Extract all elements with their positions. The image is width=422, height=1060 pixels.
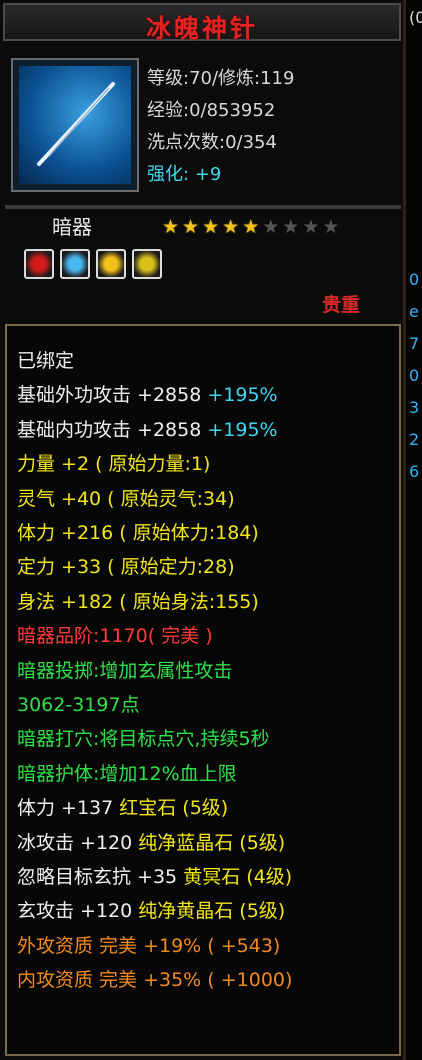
attribute-line: 内攻资质 完美 +35% ( +1000) [17, 965, 292, 992]
attribute-text: 纯净蓝晶石 (5级) [138, 831, 286, 854]
attribute-line: 冰攻击 +120 纯净蓝晶石 (5级) [17, 828, 285, 855]
section-divider [5, 205, 401, 209]
attribute-text: 暗器投掷:增加玄属性攻击 [17, 659, 233, 682]
attribute-text: 定力 +33 ( 原始定力:28) [17, 556, 235, 579]
attribute-line: 暗器品阶:1170( 完美 ) [17, 621, 213, 648]
yellow-crystal-gem-icon[interactable] [132, 249, 162, 279]
star-filled-icon: ★ [162, 216, 180, 238]
attribute-text: 暗器品阶:1170( 完美 ) [17, 625, 213, 648]
attribute-line: 暗器打穴:将目标点穴,持续5秒 [17, 724, 270, 751]
attribute-text: 力量 +2 ( 原始力量:1) [17, 453, 211, 476]
star-rating: ★ ★ ★ ★ ★ ★ ★ ★ ★ [162, 216, 339, 238]
right-strip-text: 6 [409, 462, 420, 481]
wash-count-stat: 洗点次数:0/354 [147, 132, 277, 153]
item-tooltip-panel: 冰魄神针 等级:70/修炼:119 经验:0/853952 洗点次数:0/354… [0, 0, 406, 1060]
attribute-line: 身法 +182 ( 原始身法:155) [17, 587, 259, 614]
star-empty-icon: ★ [302, 216, 320, 238]
attribute-text: 玄攻击 +120 [17, 900, 139, 923]
star-empty-icon: ★ [262, 216, 280, 238]
star-filled-icon: ★ [202, 216, 220, 238]
attribute-text: 身法 +182 ( 原始身法:155) [17, 590, 259, 613]
enhance-stat: 强化: +9 [147, 160, 221, 186]
right-strip-text: 0 [409, 270, 420, 289]
right-strip-text: 2 [409, 430, 420, 449]
right-strip-text: 0 [409, 366, 420, 385]
attribute-text: 外攻资质 完美 +19% ( +543) [17, 934, 281, 957]
attribute-line: 暗器护体:增加12%血上限 [17, 759, 237, 786]
attribute-line: 基础外功攻击 +2858 +195% [17, 380, 278, 407]
attribute-line: 定力 +33 ( 原始定力:28) [17, 552, 235, 579]
attribute-line: 外攻资质 完美 +19% ( +543) [17, 931, 280, 958]
attribute-text: +195% [207, 384, 278, 407]
attribute-text: 基础内功攻击 +2858 [17, 418, 208, 441]
attribute-text: 内攻资质 完美 +35% ( +1000) [17, 969, 293, 992]
title-bar: 冰魄神针 [3, 3, 401, 43]
attribute-text: 基础外功攻击 +2858 [17, 384, 208, 407]
attribute-text: 冰攻击 +120 [17, 831, 139, 854]
gem-sockets [24, 249, 162, 279]
attribute-line: 玄攻击 +120 纯净黄晶石 (5级) [17, 896, 285, 923]
right-strip-text: 3 [409, 398, 420, 417]
red-gem-icon[interactable] [24, 249, 54, 279]
yellow-gem-icon[interactable] [96, 249, 126, 279]
right-edge-strip: (0 0 e 7 0 3 2 6 [406, 0, 422, 1060]
right-strip-text: e [409, 302, 419, 321]
attribute-line: 忽略目标玄抗 +35 黄冥石 (4级) [17, 862, 292, 889]
attribute-line: 灵气 +40 ( 原始灵气:34) [17, 484, 235, 511]
star-filled-icon: ★ [242, 216, 260, 238]
attribute-line: 暗器投掷:增加玄属性攻击 [17, 656, 232, 683]
attribute-line: 基础内功攻击 +2858 +195% [17, 415, 278, 442]
attribute-text: 体力 +216 ( 原始体力:184) [17, 522, 259, 544]
attribute-text: 忽略目标玄抗 +35 [17, 866, 184, 888]
enhance-label: 强化: [147, 164, 190, 185]
item-icon-frame[interactable] [11, 58, 139, 192]
attribute-text: 黄冥石 (4级) [183, 866, 293, 888]
attribute-text: 体力 +137 [17, 797, 120, 820]
right-strip-text: 7 [409, 334, 420, 353]
attribute-line: 体力 +216 ( 原始体力:184) [17, 518, 259, 545]
right-top-text: (0 [409, 8, 422, 27]
attribute-text: 暗器护体:增加12%血上限 [17, 762, 237, 785]
attribute-text: 红宝石 (5级) [119, 797, 229, 820]
attribute-line: 力量 +2 ( 原始力量:1) [17, 449, 210, 476]
precious-label: 贵重 [322, 294, 361, 316]
exp-stat: 经验:0/853952 [147, 100, 276, 121]
blue-gem-icon[interactable] [60, 249, 90, 279]
item-type: 暗器 [52, 215, 92, 239]
attribute-line: 体力 +137 红宝石 (5级) [17, 793, 228, 820]
attribute-text: +195% [207, 418, 278, 441]
star-empty-icon: ★ [322, 216, 340, 238]
item-title: 冰魄神针 [145, 14, 258, 43]
enhance-value: +9 [194, 164, 222, 185]
star-filled-icon: ★ [222, 216, 240, 238]
attribute-list: 已绑定 基础外功攻击 +2858 +195% 基础内功攻击 +2858 +195% 力… [5, 324, 401, 1056]
attribute-line: 3062-3197点 [17, 690, 140, 717]
attribute-text: 灵气 +40 ( 原始灵气:34) [17, 487, 235, 510]
attribute-text: 暗器打穴:将目标点穴,持续5秒 [17, 728, 270, 751]
attribute-text: 纯净黄晶石 (5级) [138, 900, 286, 923]
needle-icon [19, 66, 131, 184]
attribute-text: 3062-3197点 [17, 694, 140, 716]
star-filled-icon: ★ [182, 216, 200, 238]
attribute-line: 已绑定 [17, 346, 74, 373]
attribute-text: 已绑定 [17, 350, 75, 372]
star-empty-icon: ★ [282, 216, 300, 238]
level-stat: 等级:70/修炼:119 [147, 68, 295, 89]
